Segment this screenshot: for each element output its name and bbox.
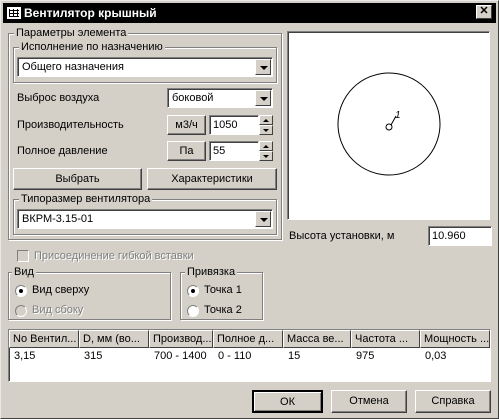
radio-button[interactable]: [15, 284, 27, 297]
flex-insert-label: Присоединение гибкой вставки: [34, 250, 194, 262]
title-bar: Вентилятор крышный ✕: [3, 3, 496, 23]
capacity-input[interactable]: 1050: [209, 115, 259, 135]
column-header[interactable]: D, мм (во...: [79, 330, 149, 348]
cancel-button[interactable]: Отмена: [331, 390, 407, 413]
fan-size-select[interactable]: ВКРМ-3.15-01: [17, 209, 273, 229]
anchor-point2-label: Точка 2: [204, 304, 242, 316]
close-button[interactable]: ✕: [476, 5, 492, 19]
table-icon: [7, 7, 21, 19]
ok-button[interactable]: ОК: [252, 390, 323, 413]
anchor-point1-radio[interactable]: Точка 1: [187, 284, 242, 297]
table-row[interactable]: 3,15 315 700 - 1400 0 - 110 15 975 0,03: [9, 348, 490, 365]
height-input[interactable]: 10.960: [428, 226, 492, 246]
column-header[interactable]: No Вентил...: [9, 330, 79, 348]
anchor-group-title: Привязка: [185, 266, 238, 278]
column-header[interactable]: Производ...: [149, 330, 213, 348]
table-header: No Вентил... D, мм (во... Производ... По…: [9, 330, 490, 348]
table-cell: 0,03: [425, 350, 447, 362]
column-header[interactable]: Масса ве...: [283, 330, 351, 348]
height-label: Высота установки, м: [289, 230, 395, 242]
preview-label: 1: [395, 110, 401, 121]
purpose-select-value: Общего назначения: [22, 61, 124, 73]
spin-up-icon[interactable]: [259, 141, 273, 151]
anchor-point1-label: Точка 1: [204, 284, 242, 296]
air-discharge-value: боковой: [172, 92, 214, 104]
capacity-spinner[interactable]: [259, 115, 273, 135]
spin-down-icon[interactable]: [259, 151, 273, 161]
window-title: Вентилятор крышный: [24, 6, 157, 20]
anchor-point2-radio[interactable]: Точка 2: [187, 304, 242, 317]
spin-up-icon[interactable]: [259, 115, 273, 125]
fan-size-title: Типоразмер вентилятора: [19, 193, 153, 205]
purpose-select[interactable]: Общего назначения: [17, 57, 273, 77]
pressure-unit-button[interactable]: Па: [167, 141, 206, 161]
column-header[interactable]: Частота ...: [351, 330, 420, 348]
column-header[interactable]: Мощность ...: [420, 330, 490, 348]
chevron-down-icon[interactable]: [255, 59, 271, 75]
checkbox-box[interactable]: [17, 250, 29, 262]
fan-drawing: 1: [337, 72, 441, 176]
view-top-radio[interactable]: Вид сверху: [15, 284, 89, 297]
fan-size-value: ВКРМ-3.15-01: [22, 213, 94, 225]
view-top-label: Вид сверху: [32, 284, 90, 296]
radio-button[interactable]: [187, 304, 199, 317]
radio-button[interactable]: [15, 304, 27, 317]
air-discharge-label: Выброс воздуха: [17, 92, 100, 104]
table-cell: 315: [84, 350, 103, 362]
air-discharge-select[interactable]: боковой: [167, 88, 273, 108]
purpose-group-title: Исполнение по назначению: [19, 41, 165, 53]
capacity-unit-button[interactable]: м3/ч: [167, 115, 206, 135]
dialog-window: Вентилятор крышный ✕ Параметры элемента …: [0, 0, 499, 419]
preview-canvas: 1: [287, 31, 490, 220]
column-header[interactable]: Полное д...: [213, 330, 283, 348]
capacity-label: Производительность: [17, 119, 124, 131]
flex-insert-checkbox[interactable]: Присоединение гибкой вставки: [17, 250, 194, 262]
fan-data-table[interactable]: No Вентил... D, мм (во... Производ... По…: [8, 329, 491, 382]
pressure-spinner[interactable]: [259, 141, 273, 161]
view-side-label: Вид сбоку: [32, 304, 84, 316]
element-params-title: Параметры элемента: [14, 27, 129, 39]
table-cell: 3,15: [14, 350, 36, 362]
table-cell: 700 - 1400: [154, 350, 207, 362]
characteristics-button[interactable]: Характеристики: [147, 168, 277, 190]
help-button[interactable]: Справка: [415, 390, 491, 413]
chevron-down-icon[interactable]: [255, 211, 271, 227]
table-cell: 15: [288, 350, 301, 362]
table-cell: 0 - 110: [218, 350, 252, 362]
view-side-radio[interactable]: Вид сбоку: [15, 304, 83, 317]
pressure-input[interactable]: 55: [209, 141, 259, 161]
pressure-label: Полное давление: [17, 145, 108, 157]
chevron-down-icon[interactable]: [255, 90, 271, 106]
select-button[interactable]: Выбрать: [13, 168, 142, 190]
view-group-title: Вид: [12, 266, 36, 278]
radio-button[interactable]: [187, 284, 199, 297]
spin-down-icon[interactable]: [259, 125, 273, 135]
table-cell: 975: [356, 350, 375, 362]
